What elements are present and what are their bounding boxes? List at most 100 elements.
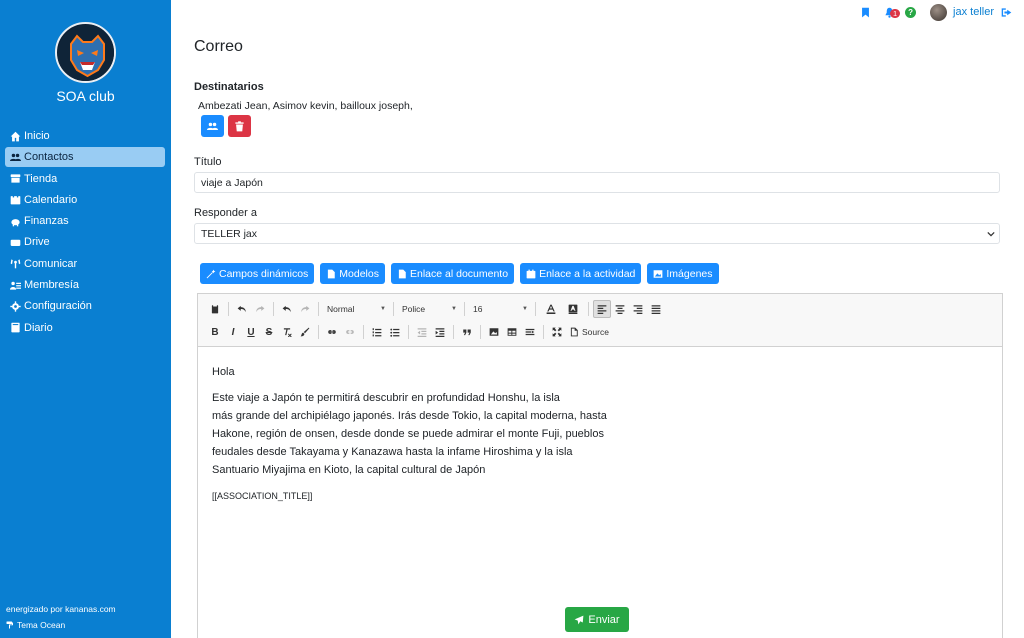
users-icon (207, 122, 218, 130)
topbar: 1 ? jax teller (859, 3, 1012, 21)
templates-label: Modelos (339, 267, 379, 280)
templates-button[interactable]: Modelos (320, 263, 385, 284)
select-recipients-button[interactable] (201, 115, 224, 137)
source-button[interactable]: Source (566, 323, 612, 341)
image-icon[interactable] (485, 323, 503, 341)
redo-icon[interactable] (296, 300, 314, 318)
bold-button[interactable]: B (206, 323, 224, 341)
underline-button[interactable]: U (242, 323, 260, 341)
maximize-icon[interactable] (548, 323, 566, 341)
sidebar-item-finanzas[interactable]: Finanzas (5, 211, 165, 231)
broadcast-icon (8, 258, 22, 269)
sidebar-item-label: Finanzas (24, 215, 69, 228)
horizontal-rule-icon[interactable] (521, 323, 539, 341)
club-logo[interactable] (55, 22, 116, 83)
home-icon (8, 131, 22, 142)
source-icon (570, 327, 578, 337)
send-button[interactable]: Enviar (565, 607, 629, 632)
caret-down-icon: ▼ (380, 306, 386, 312)
outdent-icon[interactable] (413, 323, 431, 341)
bookmark-icon[interactable] (859, 6, 871, 18)
sidebar-item-calendario[interactable]: Calendario (5, 190, 165, 210)
help-icon[interactable]: ? (905, 6, 917, 18)
italic-button[interactable]: I (224, 323, 242, 341)
document-link-button[interactable]: Enlace al documento (391, 263, 515, 284)
paint-roller-icon (6, 621, 13, 629)
trash-icon (235, 120, 244, 131)
calendar-icon (526, 269, 536, 278)
sidebar-item-label: Comunicar (24, 257, 78, 270)
sidebar-item-drive[interactable]: Drive (5, 232, 165, 252)
subject-input[interactable]: viaje a Japón (194, 172, 1000, 193)
sidebar-item-label: Configuración (24, 300, 92, 313)
source-label: Source (582, 327, 609, 337)
piggy-bank-icon (8, 216, 22, 227)
activity-link-button[interactable]: Enlace a la actividad (520, 263, 642, 284)
indent-icon[interactable] (431, 323, 449, 341)
body-line: Santuario Miyajima en Kioto, la capital … (212, 464, 486, 476)
send-label: Enviar (588, 613, 620, 626)
undo-icon[interactable] (233, 300, 251, 318)
reply-to-select[interactable]: TELLER jax (194, 223, 1000, 244)
file-icon (398, 269, 406, 278)
reply-to-value: TELLER jax (201, 227, 258, 240)
table-icon[interactable] (503, 323, 521, 341)
page-title: Correo (194, 38, 243, 55)
sidebar-item-label: Contactos (24, 151, 74, 164)
align-right-icon[interactable] (629, 300, 647, 318)
sidebar-item-label: Tienda (24, 172, 58, 185)
align-justify-icon[interactable] (647, 300, 665, 318)
paste-icon[interactable] (206, 300, 224, 318)
sidebar-item-inicio[interactable]: Inicio (5, 126, 165, 146)
logout-icon[interactable] (1000, 6, 1012, 18)
reply-to-label: Responder a (194, 207, 257, 219)
redo-icon[interactable] (251, 300, 269, 318)
sidebar-item-diario[interactable]: Diario (5, 318, 165, 338)
editor-body[interactable]: Hola Este viaje a Japón te permitirá des… (198, 347, 1002, 529)
user-name[interactable]: jax teller (953, 6, 994, 18)
document-link-label: Enlace al documento (410, 267, 509, 280)
sidebar-nav: Inicio Contactos Tienda Calendario Finan… (5, 126, 165, 339)
paper-plane-icon (575, 615, 584, 624)
avatar[interactable] (930, 3, 948, 21)
text-color-icon[interactable] (540, 300, 562, 318)
subject-value: viaje a Japón (201, 176, 263, 189)
blockquote-icon[interactable] (458, 323, 476, 341)
sidebar-item-label: Membresía (24, 279, 80, 292)
caret-down-icon: ▼ (451, 306, 457, 312)
undo-icon[interactable] (278, 300, 296, 318)
dynamic-fields-button[interactable]: Campos dinámicos (200, 263, 315, 284)
image-icon (654, 269, 663, 278)
images-button[interactable]: Imágenes (647, 263, 719, 284)
body-line: Hakone, región de onsen, desde donde se … (212, 428, 604, 440)
book-icon (8, 322, 22, 333)
link-icon[interactable] (323, 323, 341, 341)
sidebar-item-configuracion[interactable]: Configuración (5, 296, 165, 316)
theme-switch[interactable]: Tema Ocean (6, 620, 65, 630)
editor-toolbar: Normal ▼ Police ▼ 16 ▼ B I U S Source (198, 294, 1002, 347)
align-center-icon[interactable] (611, 300, 629, 318)
sidebar-item-membresia[interactable]: Membresía (5, 275, 165, 295)
remove-format-icon[interactable] (278, 323, 296, 341)
sidebar-item-label: Inicio (24, 130, 50, 142)
notifications-bell[interactable]: 1 (883, 6, 901, 18)
body-greeting: Hola (212, 366, 235, 378)
background-color-icon[interactable] (562, 300, 584, 318)
caret-down-icon: ▼ (522, 306, 528, 312)
unlink-icon[interactable] (341, 323, 359, 341)
activity-link-label: Enlace a la actividad (539, 267, 636, 280)
format-select[interactable]: Normal ▼ (323, 300, 389, 318)
sidebar-item-comunicar[interactable]: Comunicar (5, 254, 165, 274)
brush-icon[interactable] (296, 323, 314, 341)
powered-by[interactable]: energizado por kananas.com (6, 604, 116, 614)
font-select[interactable]: Police ▼ (398, 300, 460, 318)
clear-recipients-button[interactable] (228, 115, 251, 137)
sidebar-item-contactos[interactable]: Contactos (5, 147, 165, 168)
bullet-list-icon[interactable] (386, 323, 404, 341)
align-left-icon[interactable] (593, 300, 611, 318)
sidebar-item-tienda[interactable]: Tienda (5, 169, 165, 189)
numbered-list-icon[interactable] (368, 323, 386, 341)
strikethrough-button[interactable]: S (260, 323, 278, 341)
size-select[interactable]: 16 ▼ (469, 300, 531, 318)
theme-label: Tema Ocean (17, 620, 66, 630)
